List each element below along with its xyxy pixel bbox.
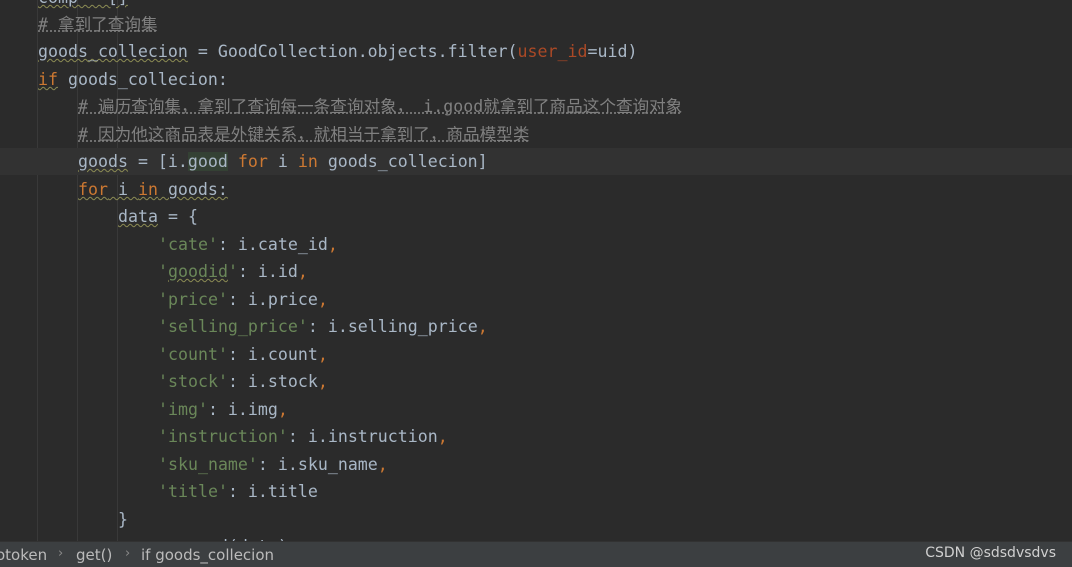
code-editor[interactable]: comp = [] # 拿到了查询集 goods_collecion = GoodC… (0, 0, 1072, 541)
code-token: = GoodCollection.objects.filter( (187, 42, 518, 61)
code-token: comp = [] (38, 0, 128, 7)
code-token: , (277, 400, 288, 419)
breadcrumb-bar: otoken › get() › if goods_collecion CSDN… (0, 541, 1072, 567)
code-token: 'sku_name' (158, 455, 258, 474)
code-line[interactable]: } (118, 506, 128, 533)
code-line[interactable]: # 因为他这商品表是外键关系，就相当于拿到了，商品模型类 (78, 121, 529, 148)
code-token: : i.selling_price (307, 317, 478, 336)
code-token: : i.price (227, 290, 318, 309)
code-token: good (187, 152, 228, 171)
code-token: data (118, 207, 158, 226)
code-line[interactable]: 'selling_price': i.selling_price, (158, 313, 488, 340)
code-token: 'stock' (158, 372, 228, 391)
code-line[interactable]: 'img': i.img, (158, 396, 288, 423)
code-token: , (317, 372, 328, 391)
code-token: for (78, 180, 108, 199)
code-line[interactable]: # 遍历查询集，拿到了查询每一条查询对象， i.good就拿到了商品这个查询对象 (78, 93, 682, 120)
code-token: 'price' (158, 290, 228, 309)
code-line[interactable]: 'goodid': i.id, (158, 258, 308, 285)
breadcrumb-item-function[interactable]: get() (76, 546, 112, 564)
code-token: if (38, 70, 58, 89)
code-line[interactable]: 'instruction': i.instruction, (158, 423, 448, 450)
code-line[interactable]: goods = [i.good for i in goods_collecion… (78, 148, 488, 175)
code-line[interactable]: 'title': i.title (158, 478, 318, 505)
code-token: , (317, 290, 328, 309)
code-token: } (118, 510, 128, 529)
code-token: 'count' (158, 345, 228, 364)
code-token: : i.count (227, 345, 318, 364)
code-token: , (437, 427, 448, 446)
code-token: in (137, 180, 158, 199)
code-token: , (297, 262, 308, 281)
breadcrumb-item-block[interactable]: if goods_collecion (141, 546, 274, 564)
code-line[interactable]: if goods_collecion: (38, 66, 228, 93)
code-token: user_id (517, 42, 588, 61)
code-token: # 因为他这商品表是外键关系，就相当于拿到了，商品模型类 (78, 125, 530, 144)
code-line[interactable]: # 拿到了查询集 (38, 11, 158, 38)
code-token: : i.id (237, 262, 298, 281)
code-line[interactable]: 'stock': i.stock, (158, 368, 328, 395)
code-token: , (317, 345, 328, 364)
code-line[interactable]: data = { (118, 203, 198, 230)
code-token: i (267, 152, 298, 171)
code-line[interactable]: 'sku_name': i.sku_name, (158, 451, 388, 478)
code-token: ' (227, 262, 238, 281)
code-token: 'img' (158, 400, 208, 419)
code-line[interactable]: comp = [] (38, 0, 128, 11)
code-token: for (237, 152, 268, 171)
code-token: = { (157, 207, 198, 226)
code-token: : i.instruction (287, 427, 438, 446)
code-token: goods_collecion] (317, 152, 488, 171)
code-token: : i.img (207, 400, 278, 419)
code-token: 'instruction' (158, 427, 288, 446)
code-token: in (297, 152, 318, 171)
watermark: CSDN @sdsdvsdvs (925, 545, 1056, 561)
breadcrumb-separator-icon: › (58, 546, 64, 561)
code-token: goods_collecion (38, 42, 188, 61)
code-token: : i.sku_name (257, 455, 378, 474)
code-line[interactable]: 'price': i.price, (158, 286, 328, 313)
breadcrumb-item-file[interactable]: otoken (0, 546, 47, 564)
code-token: , (327, 235, 338, 254)
code-token: i (107, 180, 138, 199)
code-token: goodid (168, 262, 228, 281)
code-token: , (377, 455, 388, 474)
code-line[interactable]: comp.append(data) (118, 533, 288, 541)
code-line[interactable]: 'cate': i.cate_id, (158, 231, 338, 258)
code-token: goods_collecion: (57, 70, 228, 89)
code-token: : i.title (227, 482, 318, 501)
code-line[interactable]: 'count': i.count, (158, 341, 328, 368)
code-token: : i.stock (227, 372, 318, 391)
code-token: 'title' (158, 482, 228, 501)
code-token: : i.cate_id (217, 235, 328, 254)
code-token: goods (78, 152, 128, 171)
code-token: 'cate' (158, 235, 218, 254)
code-token: # 遍历查询集，拿到了查询每一条查询对象， i.good就拿到了商品这个查询对象 (78, 97, 683, 116)
code-line[interactable]: for i in goods: (78, 176, 228, 203)
code-token: =uid) (587, 42, 638, 61)
code-token: goods: (157, 180, 228, 199)
breadcrumb-separator-icon: › (125, 546, 131, 561)
code-line[interactable]: goods_collecion = GoodCollection.objects… (38, 38, 637, 65)
code-token: ' (158, 262, 168, 281)
code-token: = [i. (127, 152, 188, 171)
code-token: , (477, 317, 488, 336)
code-token: # 拿到了查询集 (38, 15, 158, 34)
code-token: 'selling_price' (158, 317, 308, 336)
